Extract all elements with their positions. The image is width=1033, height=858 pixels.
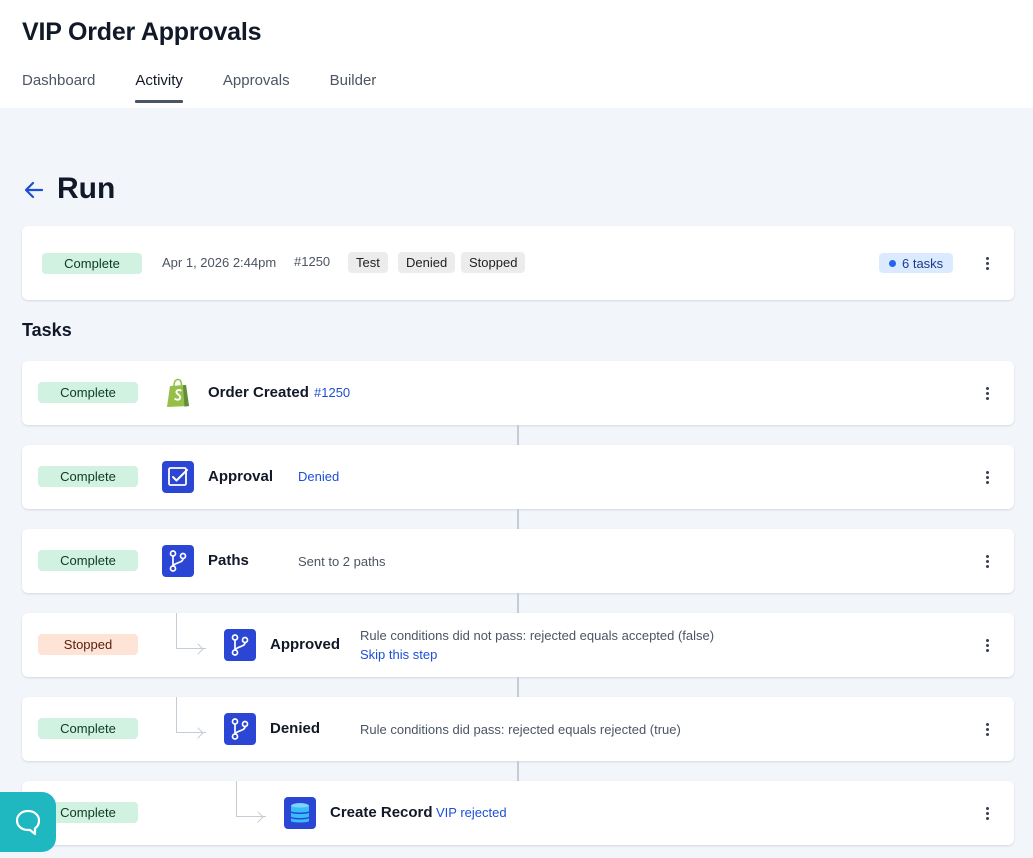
- chat-support-icon[interactable]: [0, 792, 56, 852]
- task-more-menu-icon[interactable]: [982, 552, 992, 570]
- paths-branch-icon: [162, 545, 194, 577]
- shopify-bag-icon: [162, 377, 194, 409]
- branch-connector: [236, 781, 266, 817]
- approval-check-icon: [162, 461, 194, 493]
- task-name: Create Record: [330, 804, 433, 821]
- task-row-approval[interactable]: Complete Approval Denied: [22, 445, 1014, 509]
- run-more-menu-icon[interactable]: [982, 254, 992, 272]
- flow-connector: [517, 761, 519, 781]
- tasks-count-badge: 6 tasks: [879, 253, 954, 273]
- task-row-denied-path[interactable]: Complete Denied Rule conditions did pass…: [22, 697, 1014, 761]
- run-status-badge: Complete: [42, 253, 142, 274]
- task-more-menu-icon[interactable]: [982, 384, 992, 402]
- page-title: Run: [57, 172, 116, 205]
- tasks-count-label: 6 tasks: [902, 255, 944, 271]
- task-row-order-created[interactable]: Complete Order Created #1250: [22, 361, 1014, 425]
- nav-tabs: Dashboard Activity Approvals Builder: [22, 72, 376, 103]
- task-info: Sent to 2 paths: [298, 554, 386, 569]
- task-status-badge: Stopped: [38, 634, 138, 655]
- flow-connector: [517, 425, 519, 445]
- database-icon: [284, 797, 316, 829]
- task-more-menu-icon[interactable]: [982, 720, 992, 738]
- back-arrow-icon[interactable]: [22, 178, 46, 202]
- paths-branch-icon: [224, 629, 256, 661]
- run-summary-card: Complete Apr 1, 2026 2:44pm #1250 Test D…: [22, 226, 1014, 300]
- record-link[interactable]: VIP rejected: [436, 805, 507, 820]
- task-name: Paths: [208, 552, 249, 569]
- tasks-heading: Tasks: [22, 320, 72, 340]
- task-row-approved-path[interactable]: Stopped Approved Rule conditions did not…: [22, 613, 1014, 677]
- top-bar: VIP Order Approvals Dashboard Activity A…: [0, 0, 1033, 108]
- branch-connector: [176, 613, 206, 649]
- tab-approvals[interactable]: Approvals: [223, 72, 290, 103]
- run-order-number: #1250: [294, 254, 331, 269]
- tab-activity[interactable]: Activity: [135, 72, 183, 103]
- run-date: Apr 1, 2026 2:44pm: [162, 255, 277, 270]
- tab-dashboard[interactable]: Dashboard: [22, 72, 95, 103]
- flow-connector: [517, 677, 519, 697]
- order-number-link[interactable]: #1250: [314, 385, 350, 400]
- approval-result-link[interactable]: Denied: [298, 469, 339, 484]
- task-status-badge: Complete: [38, 718, 138, 739]
- task-row-paths[interactable]: Complete Paths Sent to 2 paths: [22, 529, 1014, 593]
- task-info: Rule conditions did pass: rejected equal…: [360, 722, 681, 737]
- status-dot-icon: [889, 259, 896, 267]
- task-name: Approved: [270, 636, 341, 653]
- app-title: VIP Order Approvals: [22, 18, 262, 46]
- tab-builder[interactable]: Builder: [330, 72, 377, 103]
- run-tag-test: Test: [348, 252, 388, 273]
- task-status-badge: Complete: [38, 466, 138, 487]
- skip-step-link[interactable]: Skip this step: [360, 647, 437, 662]
- task-name: Order Created: [208, 384, 309, 401]
- task-info: Rule conditions did not pass: rejected e…: [360, 628, 715, 643]
- task-more-menu-icon[interactable]: [982, 468, 992, 486]
- task-more-menu-icon[interactable]: [982, 804, 992, 822]
- run-tag-stopped: Stopped: [461, 252, 526, 273]
- branch-connector: [176, 697, 206, 733]
- run-tag-denied: Denied: [398, 252, 456, 273]
- task-more-menu-icon[interactable]: [982, 636, 992, 654]
- task-name: Approval: [208, 468, 274, 485]
- paths-branch-icon: [224, 713, 256, 745]
- task-name: Denied: [270, 720, 321, 737]
- flow-connector: [517, 509, 519, 529]
- flow-connector: [517, 593, 519, 613]
- task-status-badge: Complete: [38, 550, 138, 571]
- task-row-create-record[interactable]: Complete Create Record VIP rejected: [22, 781, 1014, 845]
- task-status-badge: Complete: [38, 382, 138, 403]
